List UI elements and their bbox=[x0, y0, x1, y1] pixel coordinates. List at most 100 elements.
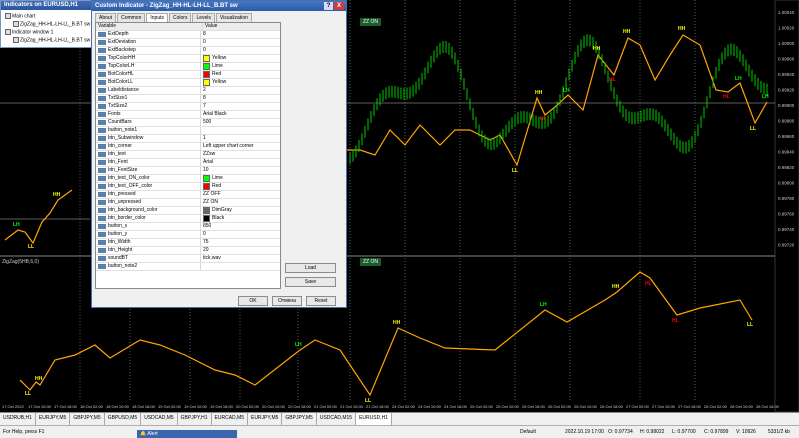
nav-indicator-sub[interactable]: ZigZag_HH-HL-LH-LL_B.BT sw bbox=[13, 37, 90, 43]
reset-button[interactable]: Reset bbox=[306, 296, 336, 306]
param-value[interactable]: Lime bbox=[201, 175, 280, 182]
param-row[interactable]: btn_border_color Black bbox=[96, 215, 280, 223]
param-value[interactable]: 10 bbox=[201, 167, 280, 174]
param-row[interactable]: button_note2 bbox=[96, 263, 280, 271]
param-value[interactable]: 0 bbox=[201, 47, 280, 54]
symbol-tab[interactable]: GBPJPY,M5 bbox=[70, 413, 105, 425]
tab-levels[interactable]: Levels bbox=[192, 13, 215, 22]
tab-colors[interactable]: Colors bbox=[169, 13, 192, 22]
alert-window[interactable]: 🔔 Alert bbox=[137, 430, 237, 438]
param-value[interactable]: 500 bbox=[201, 119, 280, 126]
tab-about[interactable]: About bbox=[95, 13, 117, 22]
tab-visualization[interactable]: Visualization bbox=[215, 13, 252, 22]
zigzag-label: HH bbox=[593, 46, 601, 52]
nav-main-chart[interactable]: Main chart bbox=[5, 13, 35, 19]
symbol-tab[interactable]: EURCAD,M5 bbox=[212, 413, 248, 425]
symbol-tab[interactable]: GBPJPY,M5 bbox=[282, 413, 317, 425]
param-value[interactable] bbox=[201, 263, 280, 270]
param-row[interactable]: btn_text_ON_color Lime bbox=[96, 175, 280, 183]
param-row[interactable]: btn_corner Left upper chart corner bbox=[96, 143, 280, 151]
param-value[interactable]: 20 bbox=[201, 247, 280, 254]
param-row[interactable]: btn_text_OFF_color Red bbox=[96, 183, 280, 191]
param-row[interactable]: soundBT tick.wav bbox=[96, 255, 280, 263]
param-row[interactable]: Labeldistance 2 bbox=[96, 87, 280, 95]
param-row[interactable]: TxtSize2 7 bbox=[96, 103, 280, 111]
param-name: TopColorLH bbox=[108, 63, 135, 69]
nav-indicator-main[interactable]: ZigZag_HH-HL-LH-LL_B.BT sw bbox=[13, 21, 90, 27]
ok-button[interactable]: OK bbox=[238, 296, 268, 306]
param-row[interactable]: btn_pressed ZZ OFF bbox=[96, 191, 280, 199]
param-value[interactable]: Red bbox=[201, 71, 280, 78]
param-row[interactable]: btn_background_color DimGray bbox=[96, 207, 280, 215]
param-value[interactable]: Arial Black bbox=[201, 111, 280, 118]
param-value[interactable]: 75 bbox=[201, 239, 280, 246]
symbol-tab[interactable]: GBPUSD,M5 bbox=[105, 413, 142, 425]
symbol-tab[interactable]: EURJPY,M5 bbox=[36, 413, 71, 425]
column-value: Value bbox=[205, 23, 218, 29]
main-zz-button[interactable]: ZZ ON bbox=[360, 18, 381, 26]
param-value[interactable]: Yellow bbox=[201, 79, 280, 86]
param-value[interactable]: Yellow bbox=[201, 55, 280, 62]
param-row[interactable]: TopColorLH Lime bbox=[96, 63, 280, 71]
param-row[interactable]: button_x 850 bbox=[96, 223, 280, 231]
sub-zz-button[interactable]: ZZ ON bbox=[360, 258, 381, 266]
param-value[interactable]: 1 bbox=[201, 135, 280, 142]
param-value[interactable]: 2 bbox=[201, 87, 280, 94]
param-row[interactable]: TxtSize1 8 bbox=[96, 95, 280, 103]
symbol-tab[interactable]: USDCAD,M15 bbox=[317, 413, 357, 425]
param-row[interactable]: ExtDepth 8 bbox=[96, 31, 280, 39]
subwindow-label: ZigZag(5HB,6,0) bbox=[2, 259, 39, 265]
param-value[interactable]: Left upper chart corner bbox=[201, 143, 280, 150]
param-value[interactable]: ZZ OFF bbox=[201, 191, 280, 198]
tab-inputs[interactable]: Inputs bbox=[146, 13, 168, 22]
param-row[interactable]: btn_Height 20 bbox=[96, 247, 280, 255]
nav-indicator-window[interactable]: Indicator window 1 bbox=[5, 29, 53, 35]
symbol-tab[interactable]: GBPJPY,H1 bbox=[178, 413, 212, 425]
help-button[interactable]: ? bbox=[324, 2, 333, 10]
param-value[interactable]: tick.wav bbox=[201, 255, 280, 262]
zigzag-label: LH bbox=[563, 88, 570, 94]
tab-common[interactable]: Common bbox=[117, 13, 146, 22]
param-value[interactable]: ZZ ON bbox=[201, 199, 280, 206]
param-row[interactable]: BotColorHL Red bbox=[96, 71, 280, 79]
param-value[interactable]: Red bbox=[201, 183, 280, 190]
cancel-button[interactable]: Отмена bbox=[272, 296, 302, 306]
param-value[interactable]: Black bbox=[201, 215, 280, 222]
param-value[interactable]: Lime bbox=[201, 63, 280, 70]
param-row[interactable]: ExtDeviation 0 bbox=[96, 39, 280, 47]
param-value[interactable]: 7 bbox=[201, 103, 280, 110]
param-row[interactable]: button_note1 bbox=[96, 127, 280, 135]
save-button[interactable]: Save bbox=[285, 277, 336, 287]
load-button[interactable]: Load bbox=[285, 263, 336, 273]
param-row[interactable]: btn_Subwindow 1 bbox=[96, 135, 280, 143]
param-row[interactable]: BotColorLL Yellow bbox=[96, 79, 280, 87]
param-value[interactable]: 0 bbox=[201, 39, 280, 46]
param-value[interactable]: 0 bbox=[201, 231, 280, 238]
param-value[interactable]: 8 bbox=[201, 95, 280, 102]
close-button[interactable]: X bbox=[334, 2, 344, 10]
param-row[interactable]: CountBars 500 bbox=[96, 119, 280, 127]
time-label: 25 Oct 18:00 bbox=[522, 404, 546, 409]
symbol-tab[interactable]: EURJPY,M5 bbox=[248, 413, 283, 425]
param-row[interactable]: button_y 0 bbox=[96, 231, 280, 239]
symbol-tab[interactable]: USDRUB,H1 bbox=[0, 413, 36, 425]
param-value[interactable]: Arial bbox=[201, 159, 280, 166]
param-row[interactable]: ExtBackstep 0 bbox=[96, 47, 280, 55]
param-row[interactable]: btn_Width 75 bbox=[96, 239, 280, 247]
param-row[interactable]: btn_Font Arial bbox=[96, 159, 280, 167]
param-value[interactable]: DimGray bbox=[201, 207, 280, 214]
param-row[interactable]: btn_unpressed ZZ ON bbox=[96, 199, 280, 207]
param-value[interactable]: 850 bbox=[201, 223, 280, 230]
param-name: ExtDeviation bbox=[108, 39, 137, 45]
param-value[interactable] bbox=[201, 127, 280, 134]
price-label: 0.99860 bbox=[778, 134, 795, 139]
param-row[interactable]: btn_FontSize 10 bbox=[96, 167, 280, 175]
param-value[interactable]: ZZsw bbox=[201, 151, 280, 158]
param-row[interactable]: Fonts Arial Black bbox=[96, 111, 280, 119]
param-row[interactable]: TopColorHH Yellow bbox=[96, 55, 280, 63]
param-type-icon bbox=[98, 248, 106, 253]
symbol-tab[interactable]: EURUSD,H1 bbox=[356, 413, 392, 425]
param-value[interactable]: 8 bbox=[201, 31, 280, 38]
param-row[interactable]: btn_text ZZsw bbox=[96, 151, 280, 159]
symbol-tab[interactable]: USDCAD,M5 bbox=[141, 413, 178, 425]
